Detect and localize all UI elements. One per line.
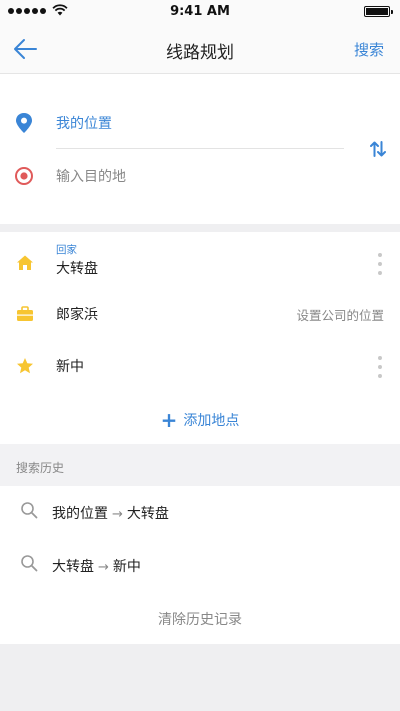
star-icon: [17, 358, 33, 374]
plus-icon: +: [160, 408, 178, 432]
history-from: 我的位置: [52, 506, 108, 522]
clear-history-button[interactable]: 清除历史记录: [0, 609, 400, 629]
place-tag-home: 回家: [56, 244, 77, 256]
battery-icon: [364, 6, 393, 17]
destination-target-icon: [15, 167, 33, 185]
destination-placeholder: 输入目的地: [56, 169, 126, 185]
history-to: 新中: [112, 559, 141, 575]
add-place-label: 添加地点: [183, 413, 240, 429]
history-item-text: 大转盘 → 新中: [52, 556, 141, 576]
location-pin-icon: [16, 113, 32, 133]
briefcase-icon: [17, 306, 33, 321]
origin-field[interactable]: 我的位置: [0, 102, 340, 142]
route-divider: [56, 148, 344, 149]
swap-direction-icon[interactable]: [370, 140, 386, 158]
saved-places-card: 回家 大转盘 郎家浜 设置公司的位置 新中 + 添加地点: [0, 232, 400, 444]
destination-field[interactable]: 输入目的地: [0, 155, 340, 195]
search-icon: [21, 502, 38, 519]
arrow-right-icon: →: [112, 507, 123, 522]
place-name-favorite: 新中: [56, 359, 84, 375]
more-options-icon[interactable]: [378, 253, 382, 275]
arrow-right-icon: →: [98, 560, 109, 575]
route-card: 我的位置 输入目的地: [0, 74, 400, 224]
history-item[interactable]: 我的位置 → 大转盘: [0, 487, 400, 537]
place-name-work: 郎家浜: [56, 307, 98, 323]
origin-value: 我的位置: [56, 116, 112, 132]
place-item-favorite[interactable]: 新中: [0, 341, 400, 391]
search-button[interactable]: 搜索: [354, 39, 384, 60]
history-item[interactable]: 大转盘 → 新中: [0, 540, 400, 590]
history-to: 大转盘: [126, 506, 169, 522]
history-from: 大转盘: [52, 559, 94, 575]
set-company-location-link[interactable]: 设置公司的位置: [296, 305, 384, 324]
page-title: 线路规划: [166, 43, 234, 63]
place-name-home: 大转盘: [56, 261, 98, 277]
place-item-work[interactable]: 郎家浜 设置公司的位置: [0, 289, 400, 339]
place-item-home[interactable]: 回家 大转盘: [0, 238, 400, 288]
add-place-button[interactable]: + 添加地点: [0, 408, 400, 432]
nav-bar: 线路规划 搜索: [0, 24, 400, 74]
history-item-text: 我的位置 → 大转盘: [52, 503, 169, 523]
status-bar: 9:41 AM: [0, 0, 400, 24]
more-options-icon[interactable]: [378, 356, 382, 378]
search-history-title: 搜索历史: [16, 461, 65, 475]
status-time: 9:41 AM: [170, 4, 230, 19]
search-history-list: 我的位置 → 大转盘 大转盘 → 新中 清除历史记录: [0, 486, 400, 644]
search-icon: [21, 555, 38, 572]
search-history-header: 搜索历史: [0, 444, 400, 486]
home-icon: [17, 255, 33, 270]
